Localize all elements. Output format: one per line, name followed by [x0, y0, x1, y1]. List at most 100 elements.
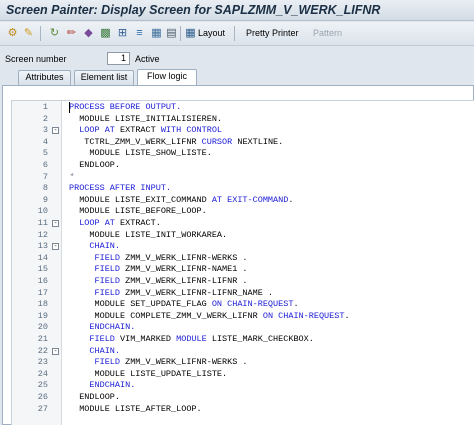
collapse-block-icon[interactable]: - — [52, 220, 59, 227]
code-token: MODULE LISTE_BEFORE_LOOP. — [69, 206, 207, 217]
code-line[interactable]: 18 MODULE SET_UPDATE_FLAG ON CHAIN-REQUE… — [12, 299, 474, 311]
code-line[interactable]: 16 FIELD ZMM_V_WERK_LIFNR-LIFNR . — [12, 276, 474, 288]
pattern-button: Pattern — [313, 28, 343, 38]
line-number: 1 — [42, 102, 48, 112]
code-line[interactable]: 3- LOOP AT EXTRACT WITH CONTROL — [12, 125, 474, 137]
layout-icon[interactable]: ▦ — [184, 27, 197, 40]
line-number: 10 — [37, 206, 48, 217]
tab-element-list[interactable]: Element list — [74, 70, 134, 85]
code-token: MODULE LISTE_EXIT_COMMAND — [69, 194, 212, 205]
code-line[interactable]: 19 MODULE COMPLETE_ZMM_V_WERK_LIFNR ON C… — [12, 311, 474, 323]
toolbar-separator — [234, 26, 235, 41]
line-number: 21 — [37, 334, 48, 344]
code-comment: * — [69, 171, 75, 182]
line-number: 14 — [37, 252, 48, 263]
code-line[interactable]: 7 * — [12, 172, 474, 184]
code-line[interactable]: 21 FIELD VIM_MARKED MODULE LISTE_MARK_CH… — [12, 334, 474, 346]
code-token: MODULE LISTE_INIT_WORKAREA. — [69, 229, 228, 240]
toolbar-separator — [180, 26, 181, 41]
code-line[interactable]: 6 ENDLOOP. — [12, 160, 474, 172]
code-keyword: PROCESS BEFORE OUTPUT. — [69, 102, 182, 112]
code-text: TCTRL_ZMM_V_WERK_LIFNR CURSOR NEXTLINE. — [69, 137, 283, 147]
code-line[interactable]: 10 MODULE LISTE_BEFORE_LOOP. — [12, 206, 474, 218]
check-icon[interactable]: ◆ — [82, 27, 95, 40]
code-line[interactable]: 20 ENDCHAIN. — [12, 322, 474, 334]
code-keyword: FIELD — [69, 252, 126, 263]
toolbar-separator — [40, 26, 41, 41]
code-line[interactable]: 22- CHAIN. — [12, 346, 474, 358]
line-number: 20 — [37, 322, 48, 333]
code-line[interactable]: 26 ENDLOOP. — [12, 392, 474, 404]
code-keyword: LOOP AT — [69, 218, 121, 228]
code-text: FIELD ZMM_V_WERK_LIFNR-WERKS . — [69, 253, 248, 263]
code-line[interactable]: 2 MODULE LISTE_INITIALISIEREN. — [12, 114, 474, 126]
transport-icon[interactable]: ⚙ — [6, 27, 19, 40]
code-line[interactable]: 12 MODULE LISTE_INIT_WORKAREA. — [12, 230, 474, 242]
collapse-block-icon[interactable]: - — [52, 347, 59, 355]
code-line[interactable]: 9 MODULE LISTE_EXIT_COMMAND AT EXIT-COMM… — [12, 195, 474, 207]
code-text: * — [69, 172, 74, 182]
code-line[interactable]: 25 ENDCHAIN. — [12, 380, 474, 392]
code-line[interactable]: 17 FIELD ZMM_V_WERK_LIFNR-LIFNR_NAME . — [12, 288, 474, 300]
code-text: ENDLOOP. — [69, 392, 120, 402]
code-keyword: LOOP AT — [69, 125, 121, 136]
line-number: 7 — [42, 171, 48, 182]
code-text: FIELD ZMM_V_WERK_LIFNR-LIFNR_NAME . — [69, 287, 274, 298]
code-token: NEXTLINE. — [237, 136, 284, 147]
title-bar: Screen Painter: Display Screen for SAPLZ… — [0, 0, 474, 21]
code-line[interactable]: 14 FIELD ZMM_V_WERK_LIFNR-WERKS . — [12, 253, 474, 265]
code-keyword: ON CHAIN-REQUEST — [211, 299, 294, 310]
line-number: 12 — [37, 229, 48, 240]
code-text: ENDLOOP. — [69, 160, 120, 170]
code-line[interactable]: 23 FIELD ZMM_V_WERK_LIFNR-WERKS . — [12, 357, 474, 369]
hierarchy-icon[interactable]: ⊞ — [116, 27, 129, 40]
activate-icon[interactable]: ≡ — [133, 27, 146, 40]
code-line[interactable]: 1 PROCESS BEFORE OUTPUT. — [12, 102, 474, 114]
code-text: MODULE LISTE_BEFORE_LOOP. — [69, 206, 207, 216]
code-text: ENDCHAIN. — [69, 322, 135, 332]
code-line[interactable]: 24 MODULE LISTE_UPDATE_LISTE. — [12, 369, 474, 381]
collapse-block-icon[interactable]: - — [52, 243, 59, 251]
layout-button[interactable]: Layout — [198, 28, 225, 38]
tab-attributes[interactable]: Attributes — [18, 70, 71, 85]
code-line[interactable]: 27 MODULE LISTE_AFTER_LOOP. — [12, 404, 474, 416]
code-text: PROCESS AFTER INPUT. — [69, 183, 171, 193]
screen-status: Active — [135, 54, 160, 64]
line-number: 16 — [37, 276, 48, 286]
display-change-icon[interactable]: ↻ — [48, 27, 61, 40]
screen-number-field[interactable]: 1 — [107, 52, 130, 65]
where-used-icon[interactable]: ▩ — [99, 27, 112, 40]
code-line[interactable]: 5 MODULE LISTE_SHOW_LISTE. — [12, 148, 474, 160]
code-keyword: FIELD — [69, 287, 126, 298]
code-token: MODULE SET_UPDATE_FLAG — [69, 299, 212, 310]
pretty-printer-button[interactable]: Pretty Printer — [246, 28, 299, 38]
code-text: MODULE LISTE_INIT_WORKAREA. — [69, 230, 227, 240]
tab-flow-logic[interactable]: Flow logic — [137, 69, 197, 85]
line-number: 6 — [42, 160, 48, 170]
line-number: 5 — [42, 148, 48, 159]
other-object-icon[interactable]: ✎ — [22, 27, 35, 40]
edit-pencil-icon[interactable]: ✏ — [65, 27, 78, 40]
code-line[interactable]: 15 FIELD ZMM_V_WERK_LIFNR-NAME1 . — [12, 264, 474, 276]
object-list-icon[interactable]: ▤ — [165, 27, 178, 40]
code-line[interactable]: 13- CHAIN. — [12, 241, 474, 253]
code-text: FIELD ZMM_V_WERK_LIFNR-LIFNR . — [69, 276, 248, 286]
screen-number-label: Screen number — [5, 54, 67, 64]
code-line[interactable]: 4 TCTRL_ZMM_V_WERK_LIFNR CURSOR NEXTLINE… — [12, 137, 474, 149]
line-number: 27 — [37, 403, 48, 414]
collapse-block-icon[interactable]: - — [52, 127, 59, 135]
code-editor[interactable]: 1 PROCESS BEFORE OUTPUT. 2 MODULE LISTE_IN… — [11, 100, 474, 425]
tab-strip: Attributes Element list Flow logic — [0, 69, 474, 85]
application-toolbar: ⚙ ✎ ↻ ✏ ◆ ▩ ⊞ ≡ ▦ ▤ ▦ Layout Pretty Prin… — [0, 22, 474, 46]
code-token: ENDLOOP. — [69, 392, 121, 402]
code-token: . — [344, 310, 350, 321]
line-number: 22 — [37, 345, 48, 356]
code-text: PROCESS BEFORE OUTPUT. — [69, 102, 181, 112]
code-line[interactable]: 11- LOOP AT EXTRACT. — [12, 218, 474, 230]
code-keyword: ON CHAIN-REQUEST — [262, 310, 345, 321]
code-line[interactable]: 8 PROCESS AFTER INPUT. — [12, 183, 474, 195]
code-token: MODULE LISTE_UPDATE_LISTE. — [69, 368, 228, 379]
test-icon[interactable]: ▦ — [150, 27, 163, 40]
line-number: 25 — [37, 380, 48, 391]
code-keyword: MODULE — [176, 334, 212, 344]
